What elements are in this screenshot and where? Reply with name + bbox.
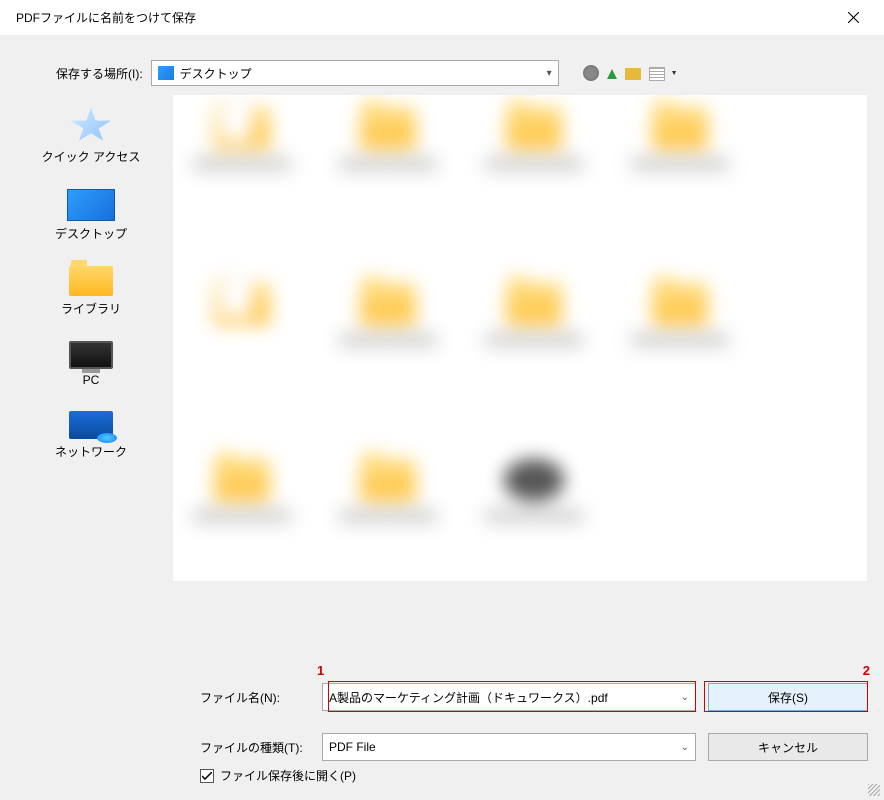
toolbar: ▼	[583, 65, 678, 81]
save-button[interactable]: 保存(S)	[708, 683, 868, 711]
folder-item[interactable]	[187, 283, 297, 347]
body-area: クイック アクセス デスクトップ ライブラリ PC ネットワーク	[0, 90, 884, 667]
view-menu-icon[interactable]	[649, 67, 665, 81]
sidebar-item-label: クイック アクセス	[42, 148, 141, 165]
sidebar-pc[interactable]: PC	[16, 333, 166, 395]
location-value: デスクトップ	[180, 65, 541, 82]
file-icon	[504, 459, 564, 501]
folder-item[interactable]	[333, 283, 443, 347]
annotation-2: 2	[863, 663, 870, 678]
filename-input[interactable]: A製品のマーケティング計画（ドキュワークス）.pdf ⌄	[322, 683, 696, 711]
desktop-icon	[67, 189, 115, 221]
library-icon	[69, 266, 113, 296]
location-select[interactable]: デスクトップ ▾	[151, 60, 559, 86]
view-dropdown-icon[interactable]: ▼	[671, 70, 678, 77]
sidebar-item-label: ライブラリ	[61, 300, 121, 317]
filetype-value: PDF File	[329, 740, 376, 754]
folder-label	[630, 157, 730, 171]
sidebar-item-label: PC	[83, 373, 100, 387]
chevron-down-icon: ⌄	[681, 742, 689, 753]
title-bar: PDFファイルに名前をつけて保存	[0, 0, 884, 36]
folder-item[interactable]	[333, 459, 443, 523]
folder-icon	[652, 107, 708, 149]
folder-icon	[214, 459, 270, 501]
sidebar-library[interactable]: ライブラリ	[16, 258, 166, 325]
sidebar-item-label: デスクトップ	[55, 225, 127, 242]
folder-label	[338, 333, 438, 347]
network-icon	[69, 411, 113, 439]
folder-item[interactable]	[187, 459, 297, 523]
close-icon	[848, 12, 859, 23]
folder-item[interactable]	[625, 107, 735, 171]
resize-grip[interactable]	[868, 784, 880, 796]
dialog-title: PDFファイルに名前をつけて保存	[16, 9, 196, 26]
folder-item[interactable]	[187, 107, 297, 171]
filename-value: A製品のマーケティング計画（ドキュワークス）.pdf	[329, 689, 608, 706]
sidebar-desktop[interactable]: デスクトップ	[16, 181, 166, 250]
back-icon[interactable]	[583, 65, 599, 81]
pc-icon	[69, 341, 113, 369]
folder-icon	[214, 283, 270, 325]
check-icon	[202, 772, 212, 780]
folder-label	[192, 157, 292, 171]
filename-label: ファイル名(N):	[200, 689, 310, 706]
new-folder-icon[interactable]	[625, 68, 641, 80]
folder-item[interactable]	[625, 283, 735, 347]
folder-label	[630, 333, 730, 347]
file-item[interactable]	[479, 459, 589, 523]
folder-label	[338, 509, 438, 523]
folder-icon	[506, 107, 562, 149]
filename-row: 1 2 ファイル名(N): A製品のマーケティング計画（ドキュワークス）.pdf…	[200, 683, 868, 711]
file-listing[interactable]	[172, 94, 868, 582]
folder-label	[484, 157, 584, 171]
folder-icon	[360, 107, 416, 149]
filetype-select[interactable]: PDF File ⌄	[322, 733, 696, 761]
sidebar-network[interactable]: ネットワーク	[16, 403, 166, 468]
location-label: 保存する場所(I):	[56, 65, 143, 82]
filetype-row: ファイルの種類(T): PDF File ⌄ キャンセル	[200, 733, 868, 761]
chevron-down-icon[interactable]: ⌄	[681, 692, 689, 703]
folder-icon	[214, 107, 270, 149]
folder-item[interactable]	[333, 107, 443, 171]
open-after-save-checkbox[interactable]	[200, 769, 214, 783]
up-folder-icon[interactable]	[607, 69, 617, 79]
files-grid	[179, 103, 861, 527]
folder-icon	[360, 283, 416, 325]
folder-label	[192, 509, 292, 523]
folder-icon	[652, 283, 708, 325]
save-dialog: PDFファイルに名前をつけて保存 保存する場所(I): デスクトップ ▾ ▼ ク…	[0, 0, 884, 800]
close-button[interactable]	[830, 0, 876, 36]
annotation-1: 1	[317, 663, 324, 678]
folder-icon	[360, 459, 416, 501]
folder-label	[192, 333, 292, 347]
folder-label	[338, 157, 438, 171]
desktop-icon	[158, 66, 174, 80]
location-row: 保存する場所(I): デスクトップ ▾ ▼	[0, 36, 884, 90]
filetype-label: ファイルの種類(T):	[200, 739, 310, 756]
sidebar-item-label: ネットワーク	[55, 443, 127, 460]
folder-label	[484, 333, 584, 347]
form-area: 1 2 ファイル名(N): A製品のマーケティング計画（ドキュワークス）.pdf…	[0, 667, 884, 765]
file-label	[484, 509, 584, 523]
open-after-save-row: ファイル保存後に開く(P)	[0, 765, 884, 800]
folder-item[interactable]	[479, 107, 589, 171]
cancel-button[interactable]: キャンセル	[708, 733, 868, 761]
quick-access-icon	[70, 108, 112, 144]
open-after-save-label: ファイル保存後に開く(P)	[220, 767, 356, 784]
sidebar-quick-access[interactable]: クイック アクセス	[16, 100, 166, 173]
chevron-down-icon: ▾	[547, 68, 552, 79]
places-sidebar: クイック アクセス デスクトップ ライブラリ PC ネットワーク	[16, 90, 166, 667]
folder-icon	[506, 283, 562, 325]
folder-item[interactable]	[479, 283, 589, 347]
